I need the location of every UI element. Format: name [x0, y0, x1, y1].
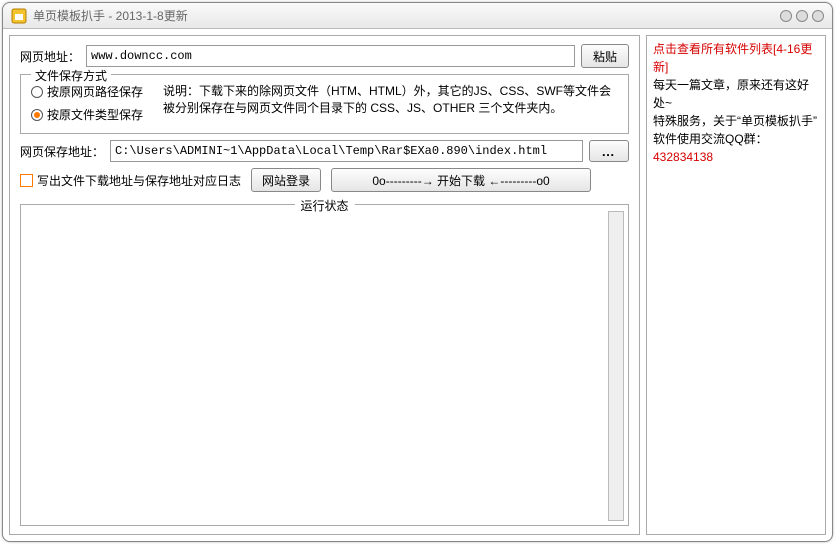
main-window: 单页模板扒手 - 2013-1-8更新 网页地址： 粘贴 文件保存方式 按原网 — [2, 2, 833, 542]
action-row: 写出文件下载地址与保存地址对应日志 网站登录 0o---------→ 开始下载… — [20, 168, 629, 192]
save-path-row: 网页保存地址： … — [20, 140, 629, 162]
save-path-label: 网页保存地址： — [20, 143, 104, 160]
radio-label: 按原网页路径保存 — [47, 83, 143, 100]
minimize-button[interactable] — [780, 10, 792, 22]
radio-label: 按原文件类型保存 — [47, 106, 143, 123]
checkbox-label: 写出文件下载地址与保存地址对应日志 — [37, 172, 241, 189]
radio-by-type[interactable]: 按原文件类型保存 — [31, 106, 143, 123]
browse-button[interactable]: … — [589, 140, 629, 162]
url-input[interactable] — [86, 45, 575, 67]
status-scrollbar[interactable] — [608, 211, 624, 521]
log-checkbox[interactable]: 写出文件下载地址与保存地址对应日志 — [20, 172, 241, 189]
status-legend: 运行状态 — [294, 197, 354, 214]
checkbox-icon — [20, 174, 33, 187]
login-button[interactable]: 网站登录 — [251, 168, 321, 192]
maximize-button[interactable] — [796, 10, 808, 22]
app-icon — [11, 8, 27, 24]
radio-icon — [31, 109, 43, 121]
start-download-button[interactable]: 0o---------→ 开始下载 ←---------o0 — [331, 168, 591, 192]
software-list-link[interactable]: 点击查看所有软件列表[4-16更新] — [653, 40, 819, 76]
side-text-1: 每天一篇文章，原来还有这好处~ — [653, 76, 819, 112]
radio-by-path[interactable]: 按原网页路径保存 — [31, 83, 143, 100]
save-method-desc: 说明：下载下来的除网页文件（HTM、HTML）外，其它的JS、CSS、SWF等文… — [163, 83, 618, 123]
url-label: 网页地址： — [20, 48, 80, 65]
save-path-input[interactable] — [110, 140, 583, 162]
side-panel: 点击查看所有软件列表[4-16更新] 每天一篇文章，原来还有这好处~ 特殊服务，… — [646, 35, 826, 535]
titlebar: 单页模板扒手 - 2013-1-8更新 — [3, 3, 832, 29]
qq-number[interactable]: 432834138 — [653, 150, 713, 164]
close-button[interactable] — [812, 10, 824, 22]
qq-label: 软件使用交流QQ群： — [653, 132, 768, 146]
side-text-2: 特殊服务，关于“单页模板扒手” — [653, 112, 819, 130]
window-title: 单页模板扒手 - 2013-1-8更新 — [33, 7, 780, 24]
body-area: 网页地址： 粘贴 文件保存方式 按原网页路径保存 按原文件类型保存 — [3, 29, 832, 541]
main-panel: 网页地址： 粘贴 文件保存方式 按原网页路径保存 按原文件类型保存 — [9, 35, 640, 535]
paste-button[interactable]: 粘贴 — [581, 44, 629, 68]
qq-row: 软件使用交流QQ群： 432834138 — [653, 130, 819, 166]
status-fieldset: 运行状态 — [20, 204, 629, 526]
radio-group: 按原网页路径保存 按原文件类型保存 — [31, 83, 143, 123]
radio-icon — [31, 86, 43, 98]
window-controls — [780, 10, 824, 22]
save-method-fieldset: 文件保存方式 按原网页路径保存 按原文件类型保存 说明：下载下来的除网页文件（H… — [20, 74, 629, 134]
url-row: 网页地址： 粘贴 — [20, 44, 629, 68]
save-method-legend: 文件保存方式 — [31, 67, 111, 84]
